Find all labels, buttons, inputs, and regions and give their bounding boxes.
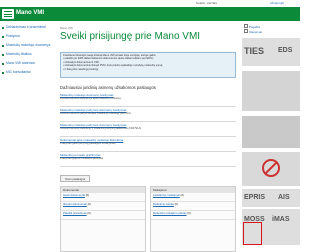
banner-ais-text: AIS xyxy=(278,194,290,201)
banner-ad-1[interactable] xyxy=(242,71,300,111)
vmi-logo[interactable] xyxy=(2,9,14,19)
highlight-box xyxy=(243,222,262,245)
banner-ad-2[interactable] xyxy=(242,116,300,148)
payments-row: Mokėjimų istorija (0) xyxy=(151,202,235,211)
sidebar-item-taxpayer-data[interactable]: Mokesčių mokėtojo duomenys xyxy=(0,43,54,52)
payments-count: (0) xyxy=(174,202,179,206)
alert-line: • ir daug kitų naudingų funkcijų. xyxy=(63,67,99,71)
payments-link[interactable]: Laukiantys mokėjimai xyxy=(153,193,180,197)
payments-link[interactable]: Mokėjimų istorija xyxy=(153,202,174,206)
sidebar-item-tax-deductions[interactable]: Mokesčių išlaikos xyxy=(0,52,54,61)
banner-epris-text: EPRIS xyxy=(244,194,266,201)
service-desc: Juridinio asmens pažymos apie mokesčių m… xyxy=(60,112,131,115)
documents-row: Išsiųsti dokumentai (0) xyxy=(61,202,145,211)
all-services-button[interactable]: Visos paslaugos xyxy=(60,175,90,182)
service-item: Dokumentai apie mokesčių mokėtojo išsiun… xyxy=(60,138,236,152)
logout-link[interactable]: Atsijungti xyxy=(270,1,284,5)
service-item: Mokesčių permokų grąžinimas Prašymas grą… xyxy=(60,153,236,167)
banner-ad-3[interactable] xyxy=(242,152,300,186)
sidebar-item-declarations[interactable]: Deklaravimas ir pranešimai xyxy=(0,25,54,34)
site-header: Mano VMI xyxy=(0,7,300,21)
documents-row: Pateikti pranešimai (0) xyxy=(61,211,145,220)
banner-epris-ais[interactable]: EPRIS AIS xyxy=(242,189,300,207)
documents-count: (0) xyxy=(87,202,91,206)
documents-link[interactable]: Išsiųsti dokumentai xyxy=(63,202,87,206)
payments-count: (0) xyxy=(187,211,191,215)
site-title: Mano VMI xyxy=(16,10,44,16)
service-item: Mokesčių mokėtojo pažymos duomenų tvarky… xyxy=(60,108,236,122)
service-desc: Juridinio asmens duomenys apie mokesčių … xyxy=(60,97,121,100)
service-desc: Prašymas grąžinti mokesčių permoką xyxy=(60,157,104,160)
faq-link[interactable]: Klausimai xyxy=(244,29,262,34)
service-item: Mokesčių mokėtojo pažymos duomenų tvarky… xyxy=(60,123,236,137)
services-list: Mokesčių mokėtojo duomenų tvarkymas Juri… xyxy=(60,93,236,168)
info-alert: Kviečiame išbandyti naują dizainą Mano V… xyxy=(60,52,236,78)
documents-count: (0) xyxy=(87,211,91,215)
banner-ties-text: TIES xyxy=(244,46,265,56)
documents-row: Gauti dokumentai (0) xyxy=(61,193,145,202)
main-content: Mano VMI Sveiki prisijungę prie Mano VMI xyxy=(60,26,240,43)
page-title: Sveiki prisijungę prie Mano VMI xyxy=(60,31,201,42)
banner-imas-text: iMAS xyxy=(272,216,290,223)
popular-services-heading: Dažniausiai juridinių asmenų užsakomos p… xyxy=(60,85,156,90)
right-column: Pagalba Klausimai TIES EDS EPRIS AIS MOS… xyxy=(242,21,300,252)
sidebar-item-requests[interactable]: Prašymai xyxy=(0,34,54,43)
payments-count: (0) xyxy=(180,193,184,197)
service-desc: Prašymas gauti pažymą (paslaugos užsakym… xyxy=(60,142,116,145)
sidebar-item-vmi-systems[interactable]: Mano VMI sistemos xyxy=(0,61,54,70)
payments-box: Mokėjimai Laukiantys mokėjimai (0) Mokėj… xyxy=(150,186,236,252)
service-item: Mokesčių mokėtojo duomenų tvarkymas Juri… xyxy=(60,93,236,107)
payments-row: Mokesčių mokėjimo planas (0) xyxy=(151,211,235,220)
banner-ties-eds[interactable]: TIES EDS xyxy=(242,38,300,66)
sidebar-nav: Deklaravimas ir pranešimai Prašymai Moke… xyxy=(0,21,54,252)
documents-count: (0) xyxy=(85,193,90,197)
user-greeting: Sveiki, vardas xyxy=(196,1,217,5)
sidebar-item-consultants[interactable]: MIC konsultantai xyxy=(0,70,54,79)
documents-box: Dokumentai Gauti dokumentai (0) Išsiųsti… xyxy=(60,186,146,252)
payments-link[interactable]: Mokesčių mokėjimo planas xyxy=(153,211,187,215)
banner-eds-text: EDS xyxy=(278,47,293,54)
documents-link[interactable]: Gauti dokumentai xyxy=(63,193,85,197)
top-info-bar: Sveiki, vardas Atsijungti xyxy=(0,0,300,6)
service-desc: Juridinio asmens duomenų ir mokesčių paž… xyxy=(60,127,142,130)
payments-row: Laukiantys mokėjimai (0) xyxy=(151,193,235,202)
documents-link[interactable]: Pateikti pranešimai xyxy=(63,211,87,215)
